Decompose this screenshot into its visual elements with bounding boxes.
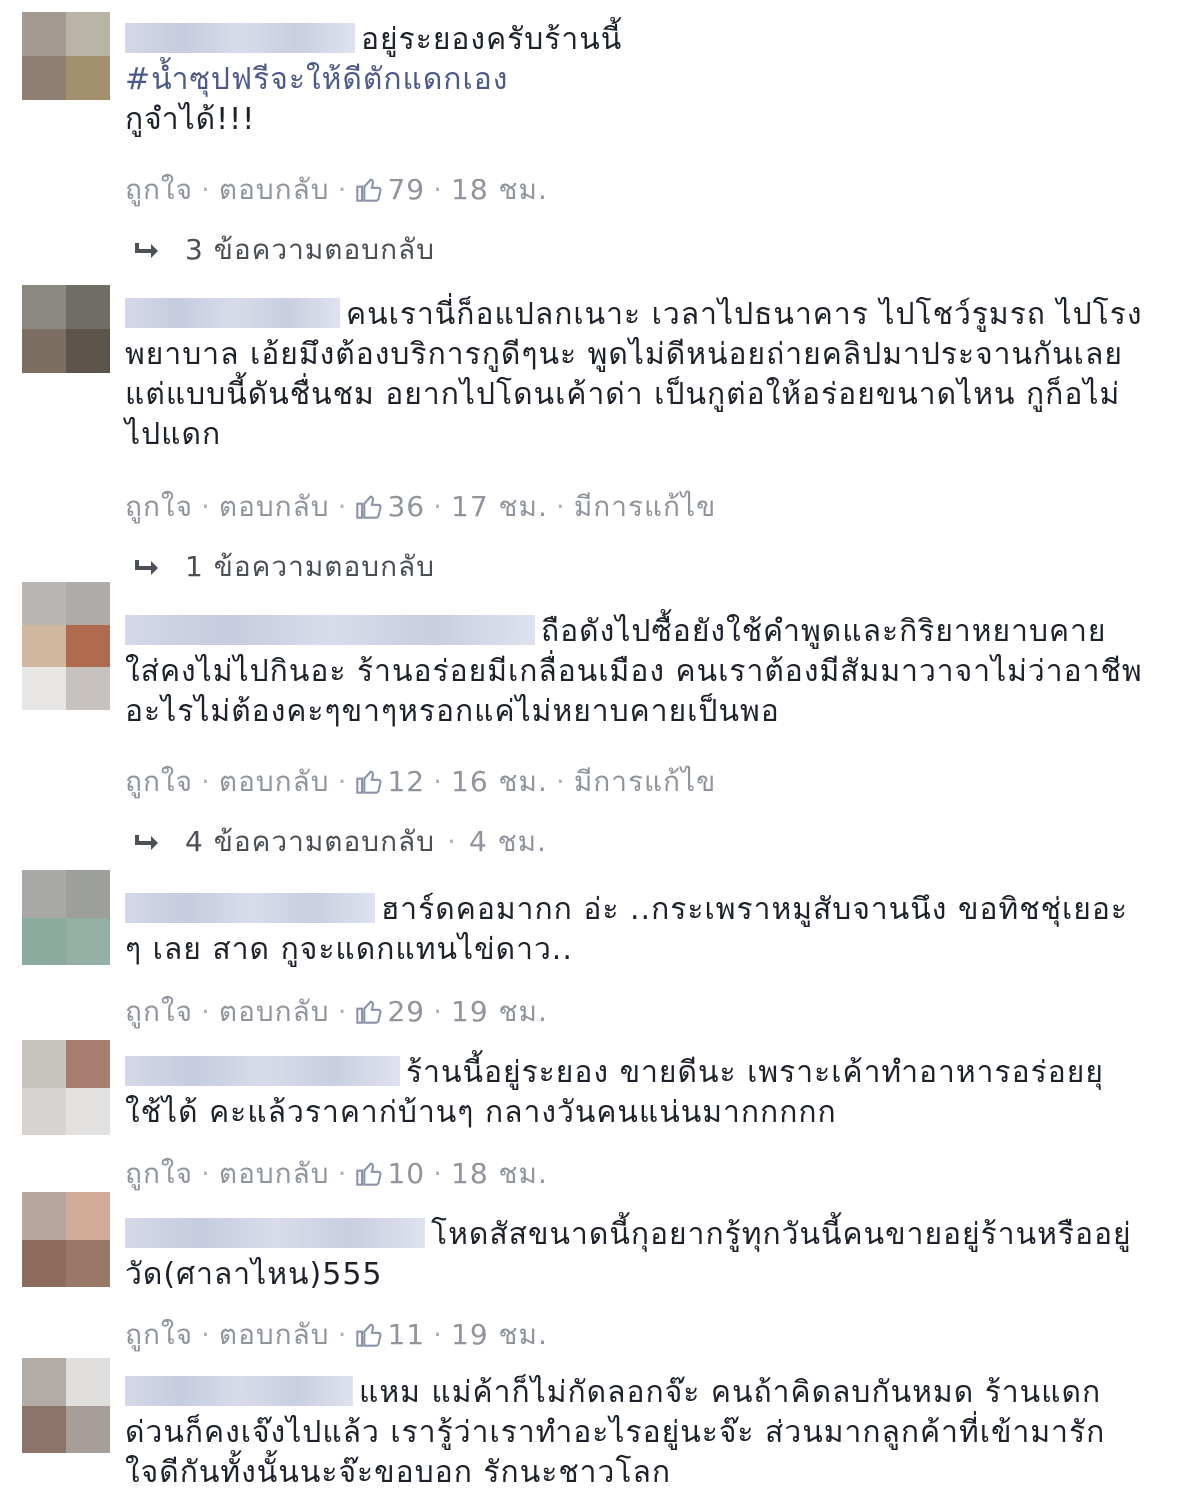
comment-text-line: อยู่ระยองครับร้านนี้ <box>361 22 623 57</box>
replies-count-label: 4 ข้อความตอบกลับ <box>185 825 435 858</box>
comment-body: โหดสัสขนาดนี้กุอยากรู้ทุกวันนี้คนขายอยู่… <box>125 1215 1132 1295</box>
commenter-name-blurred[interactable] <box>125 893 375 923</box>
comment-actions: ถูกใจ · ตอบกลับ · 36 · 17 ชม. · มีการแก้ไข <box>125 490 717 523</box>
comment-text-line: พยาบาล เอ้ยมึงต้องบริการกูดีๆนะ พูดไม่ดี… <box>125 337 1123 372</box>
replies-count-label: 1 ข้อความตอบกลับ <box>185 550 435 583</box>
timestamp[interactable]: 17 ชม. <box>451 490 548 523</box>
timestamp[interactable]: 19 ชม. <box>451 995 548 1028</box>
edited-label[interactable]: มีการแก้ไข <box>574 490 716 523</box>
edited-label[interactable]: มีการแก้ไข <box>574 765 716 798</box>
avatar[interactable] <box>22 582 110 710</box>
reply-link[interactable]: ตอบกลับ <box>219 173 330 206</box>
comment-text-line: คนเรานี่ก็อแปลกเนาะ เวลาไปธนาคาร ไปโชว์ร… <box>346 297 1143 332</box>
hashtag-link[interactable]: #น้ำซุปฟรีจะให้ดีตักแดกเอง <box>125 60 1130 100</box>
reply-arrow-icon <box>135 835 158 850</box>
comment-text-line: แหม แม่ค้าก็ไม่กัดลอกจ๊ะ คนถ้าคิดลบกันหม… <box>359 1375 1102 1410</box>
comment-text-line: อะไรไม่ต้องคะๆขาๆหรอกแค่ไม่หยาบคายเป็นพอ <box>125 694 780 729</box>
comment-text-line: ใช้ได้ คะแล้วราคาก่บ้านๆ กลางวันคนแน่นมา… <box>125 1095 837 1130</box>
commenter-name-blurred[interactable] <box>125 1376 353 1406</box>
comment-text-line: กูจำได้!!! <box>125 102 256 137</box>
view-replies-link[interactable]: 3 ข้อความตอบกลับ <box>135 228 435 272</box>
thumbs-up-icon <box>356 1000 383 1024</box>
like-link[interactable]: ถูกใจ <box>125 995 193 1028</box>
reply-link[interactable]: ตอบกลับ <box>219 995 330 1028</box>
timestamp[interactable]: 16 ชม. <box>451 765 548 798</box>
like-count[interactable]: 29 <box>387 995 425 1028</box>
timestamp[interactable]: 18 ชม. <box>451 173 548 206</box>
comment-text-line: ถือดังไปซื้อยังใช้คำพูดและกิริยาหยาบคาย <box>541 614 1107 649</box>
thumbs-up-icon <box>356 495 383 519</box>
comment-body: แหม แม่ค้าก็ไม่กัดลอกจ๊ะ คนถ้าคิดลบกันหม… <box>125 1373 1130 1493</box>
timestamp[interactable]: 19 ชม. <box>451 1318 548 1351</box>
comment-text-line: ร้านนี้อยู่ระยอง ขายดีนะ เพราะเค้าทำอาหา… <box>406 1055 1104 1090</box>
thumbs-up-icon <box>356 178 383 202</box>
comment-text-line: วัด(ศาลาไหน)555 <box>125 1257 383 1292</box>
comment-text-line: ๆ เลย สาด กูจะแดกแทนไข่ดาว.. <box>125 932 573 967</box>
view-replies-link[interactable]: 1 ข้อความตอบกลับ <box>135 545 435 589</box>
avatar[interactable] <box>22 1358 110 1453</box>
comment-text-line: ไปแดก <box>125 417 222 452</box>
like-count[interactable]: 10 <box>387 1157 425 1190</box>
view-replies-link[interactable]: 4 ข้อความตอบกลับ · 4 ชม. <box>135 820 547 864</box>
comment-actions: ถูกใจ · ตอบกลับ · 12 · 16 ชม. · มีการแก้ไข <box>125 765 717 798</box>
commenter-name-blurred[interactable] <box>125 23 355 53</box>
avatar[interactable] <box>22 1192 110 1287</box>
thumbs-up-icon <box>356 1323 383 1347</box>
comment-text-line: ใส่คงไม่ไปกินอะ ร้านอร่อยมีเกลื่อนเมือง … <box>125 654 1143 689</box>
like-link[interactable]: ถูกใจ <box>125 1157 193 1190</box>
avatar[interactable] <box>22 12 110 100</box>
comment-actions: ถูกใจ · ตอบกลับ · 10 · 18 ชม. <box>125 1157 548 1190</box>
like-link[interactable]: ถูกใจ <box>125 173 193 206</box>
like-link[interactable]: ถูกใจ <box>125 490 193 523</box>
comment-actions: ถูกใจ · ตอบกลับ · 29 · 19 ชม. <box>125 995 548 1028</box>
reply-arrow-icon <box>135 243 158 258</box>
comment-actions: ถูกใจ · ตอบกลับ · 11 · 19 ชม. <box>125 1318 548 1351</box>
reply-link[interactable]: ตอบกลับ <box>219 1157 330 1190</box>
commenter-name-blurred[interactable] <box>125 1218 425 1248</box>
commenter-name-blurred[interactable] <box>125 298 340 328</box>
commenter-name-blurred[interactable] <box>125 1056 400 1086</box>
reply-link[interactable]: ตอบกลับ <box>219 765 330 798</box>
replies-timestamp: 4 ชม. <box>468 825 547 858</box>
thumbs-up-icon <box>356 1162 383 1186</box>
like-count[interactable]: 36 <box>387 490 425 523</box>
avatar[interactable] <box>22 285 110 373</box>
like-count[interactable]: 79 <box>387 173 425 206</box>
comment-body: อยู่ระยองครับร้านนี้ #น้ำซุปฟรีจะให้ดีตั… <box>125 20 1130 140</box>
reply-arrow-icon <box>135 560 158 575</box>
thumbs-up-icon <box>356 770 383 794</box>
comment-text-line: ฮาร์ดคอมากก อ่ะ ..กระเพราหมูสับจานนึง ขอ… <box>381 892 1128 927</box>
comment-actions: ถูกใจ · ตอบกลับ · 79 · 18 ชม. <box>125 173 548 206</box>
like-link[interactable]: ถูกใจ <box>125 765 193 798</box>
comment-text-line: ด่วนก็คงเจ๊งไปแล้ว เรารู้ว่าเราทำอะไรอยู… <box>125 1415 1106 1450</box>
avatar[interactable] <box>22 1040 110 1135</box>
comment-body: คนเรานี่ก็อแปลกเนาะ เวลาไปธนาคาร ไปโชว์ร… <box>125 295 1142 455</box>
comment-body: ร้านนี้อยู่ระยอง ขายดีนะ เพราะเค้าทำอาหา… <box>125 1053 1130 1133</box>
reply-link[interactable]: ตอบกลับ <box>219 1318 330 1351</box>
reply-link[interactable]: ตอบกลับ <box>219 490 330 523</box>
comment-body: ฮาร์ดคอมากก อ่ะ ..กระเพราหมูสับจานนึง ขอ… <box>125 890 1130 970</box>
comment-text-line: ใจดีกันทั้งนั้นนะจ๊ะขอบอก รักนะชาวโลก <box>125 1455 672 1490</box>
like-count[interactable]: 11 <box>387 1318 425 1351</box>
comment-text-line: แต่แบบนี้ดันชื่นชม อยากไปโดนเค้าด่า เป็น… <box>125 377 1121 412</box>
like-link[interactable]: ถูกใจ <box>125 1318 193 1351</box>
timestamp[interactable]: 18 ชม. <box>451 1157 548 1190</box>
comment-text-line: โหดสัสขนาดนี้กุอยากรู้ทุกวันนี้คนขายอยู่… <box>431 1217 1132 1252</box>
replies-count-label: 3 ข้อความตอบกลับ <box>185 233 435 266</box>
commenter-name-blurred[interactable] <box>125 615 535 645</box>
like-count[interactable]: 12 <box>387 765 425 798</box>
comment-body: ถือดังไปซื้อยังใช้คำพูดและกิริยาหยาบคาย … <box>125 612 1143 732</box>
avatar[interactable] <box>22 870 110 965</box>
